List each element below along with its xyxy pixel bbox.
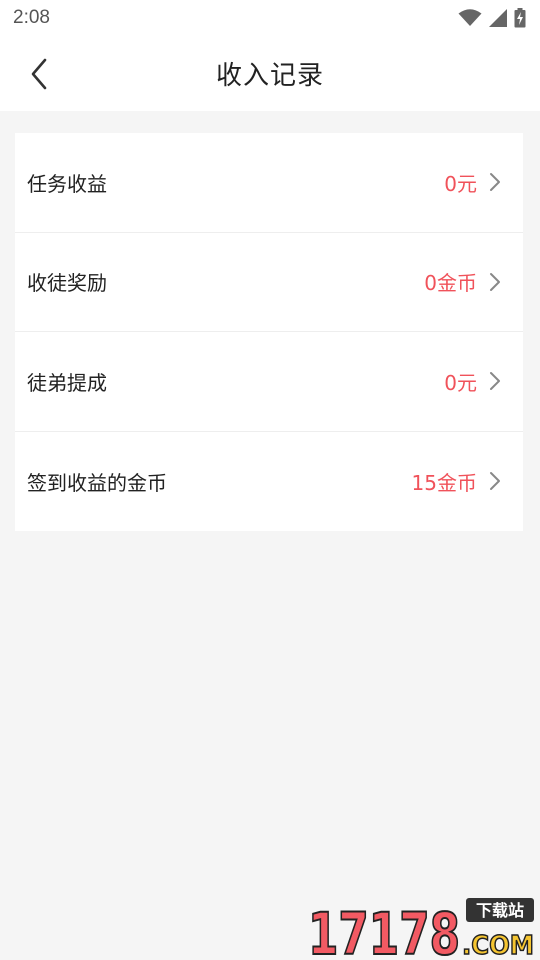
record-row-apprentice-commission[interactable]: 徒弟提成 0元 [15,332,523,432]
record-label: 收徒奖励 [27,271,107,296]
status-icons [458,8,526,28]
record-row-checkin-coins[interactable]: 签到收益的金币 15金币 [15,432,523,532]
record-row-task-income[interactable]: 任务收益 0元 [15,133,523,233]
battery-charging-icon [514,8,526,28]
watermark-tag: 下载站 [476,901,524,920]
record-label: 签到收益的金币 [27,470,167,495]
watermark-number: 17178 [308,900,460,958]
navigation-bar: 收入记录 [0,36,540,111]
back-button[interactable] [22,54,56,94]
chevron-right-icon [489,172,501,192]
record-value: 0金币 [424,271,477,296]
status-time: 2:08 [13,7,50,28]
income-records-screen: 2:08 收入记录 任务收益 0元 收徒奖励 0金币 徒弟提成 0元 签到收益的… [0,0,540,960]
chevron-right-icon [489,272,501,292]
record-value: 0元 [444,171,477,196]
page-title: 收入记录 [215,61,324,91]
wifi-icon [458,9,482,26]
back-arrow-icon [31,58,47,90]
records-list: 任务收益 0元 收徒奖励 0金币 徒弟提成 0元 签到收益的金币 15金币 [15,133,523,531]
chevron-right-icon [489,471,501,491]
status-bar: 2:08 [0,0,540,36]
record-label: 任务收益 [27,171,107,196]
record-value: 15金币 [411,470,477,495]
record-value: 0元 [444,370,477,395]
record-label: 徒弟提成 [27,370,107,395]
watermark-suffix: .COM [462,931,534,958]
cellular-signal-icon [489,9,507,27]
chevron-right-icon [489,371,501,391]
record-row-apprentice-reward[interactable]: 收徒奖励 0金币 [15,233,523,332]
watermark-logo: 17178 下载站 .COM [307,898,535,958]
